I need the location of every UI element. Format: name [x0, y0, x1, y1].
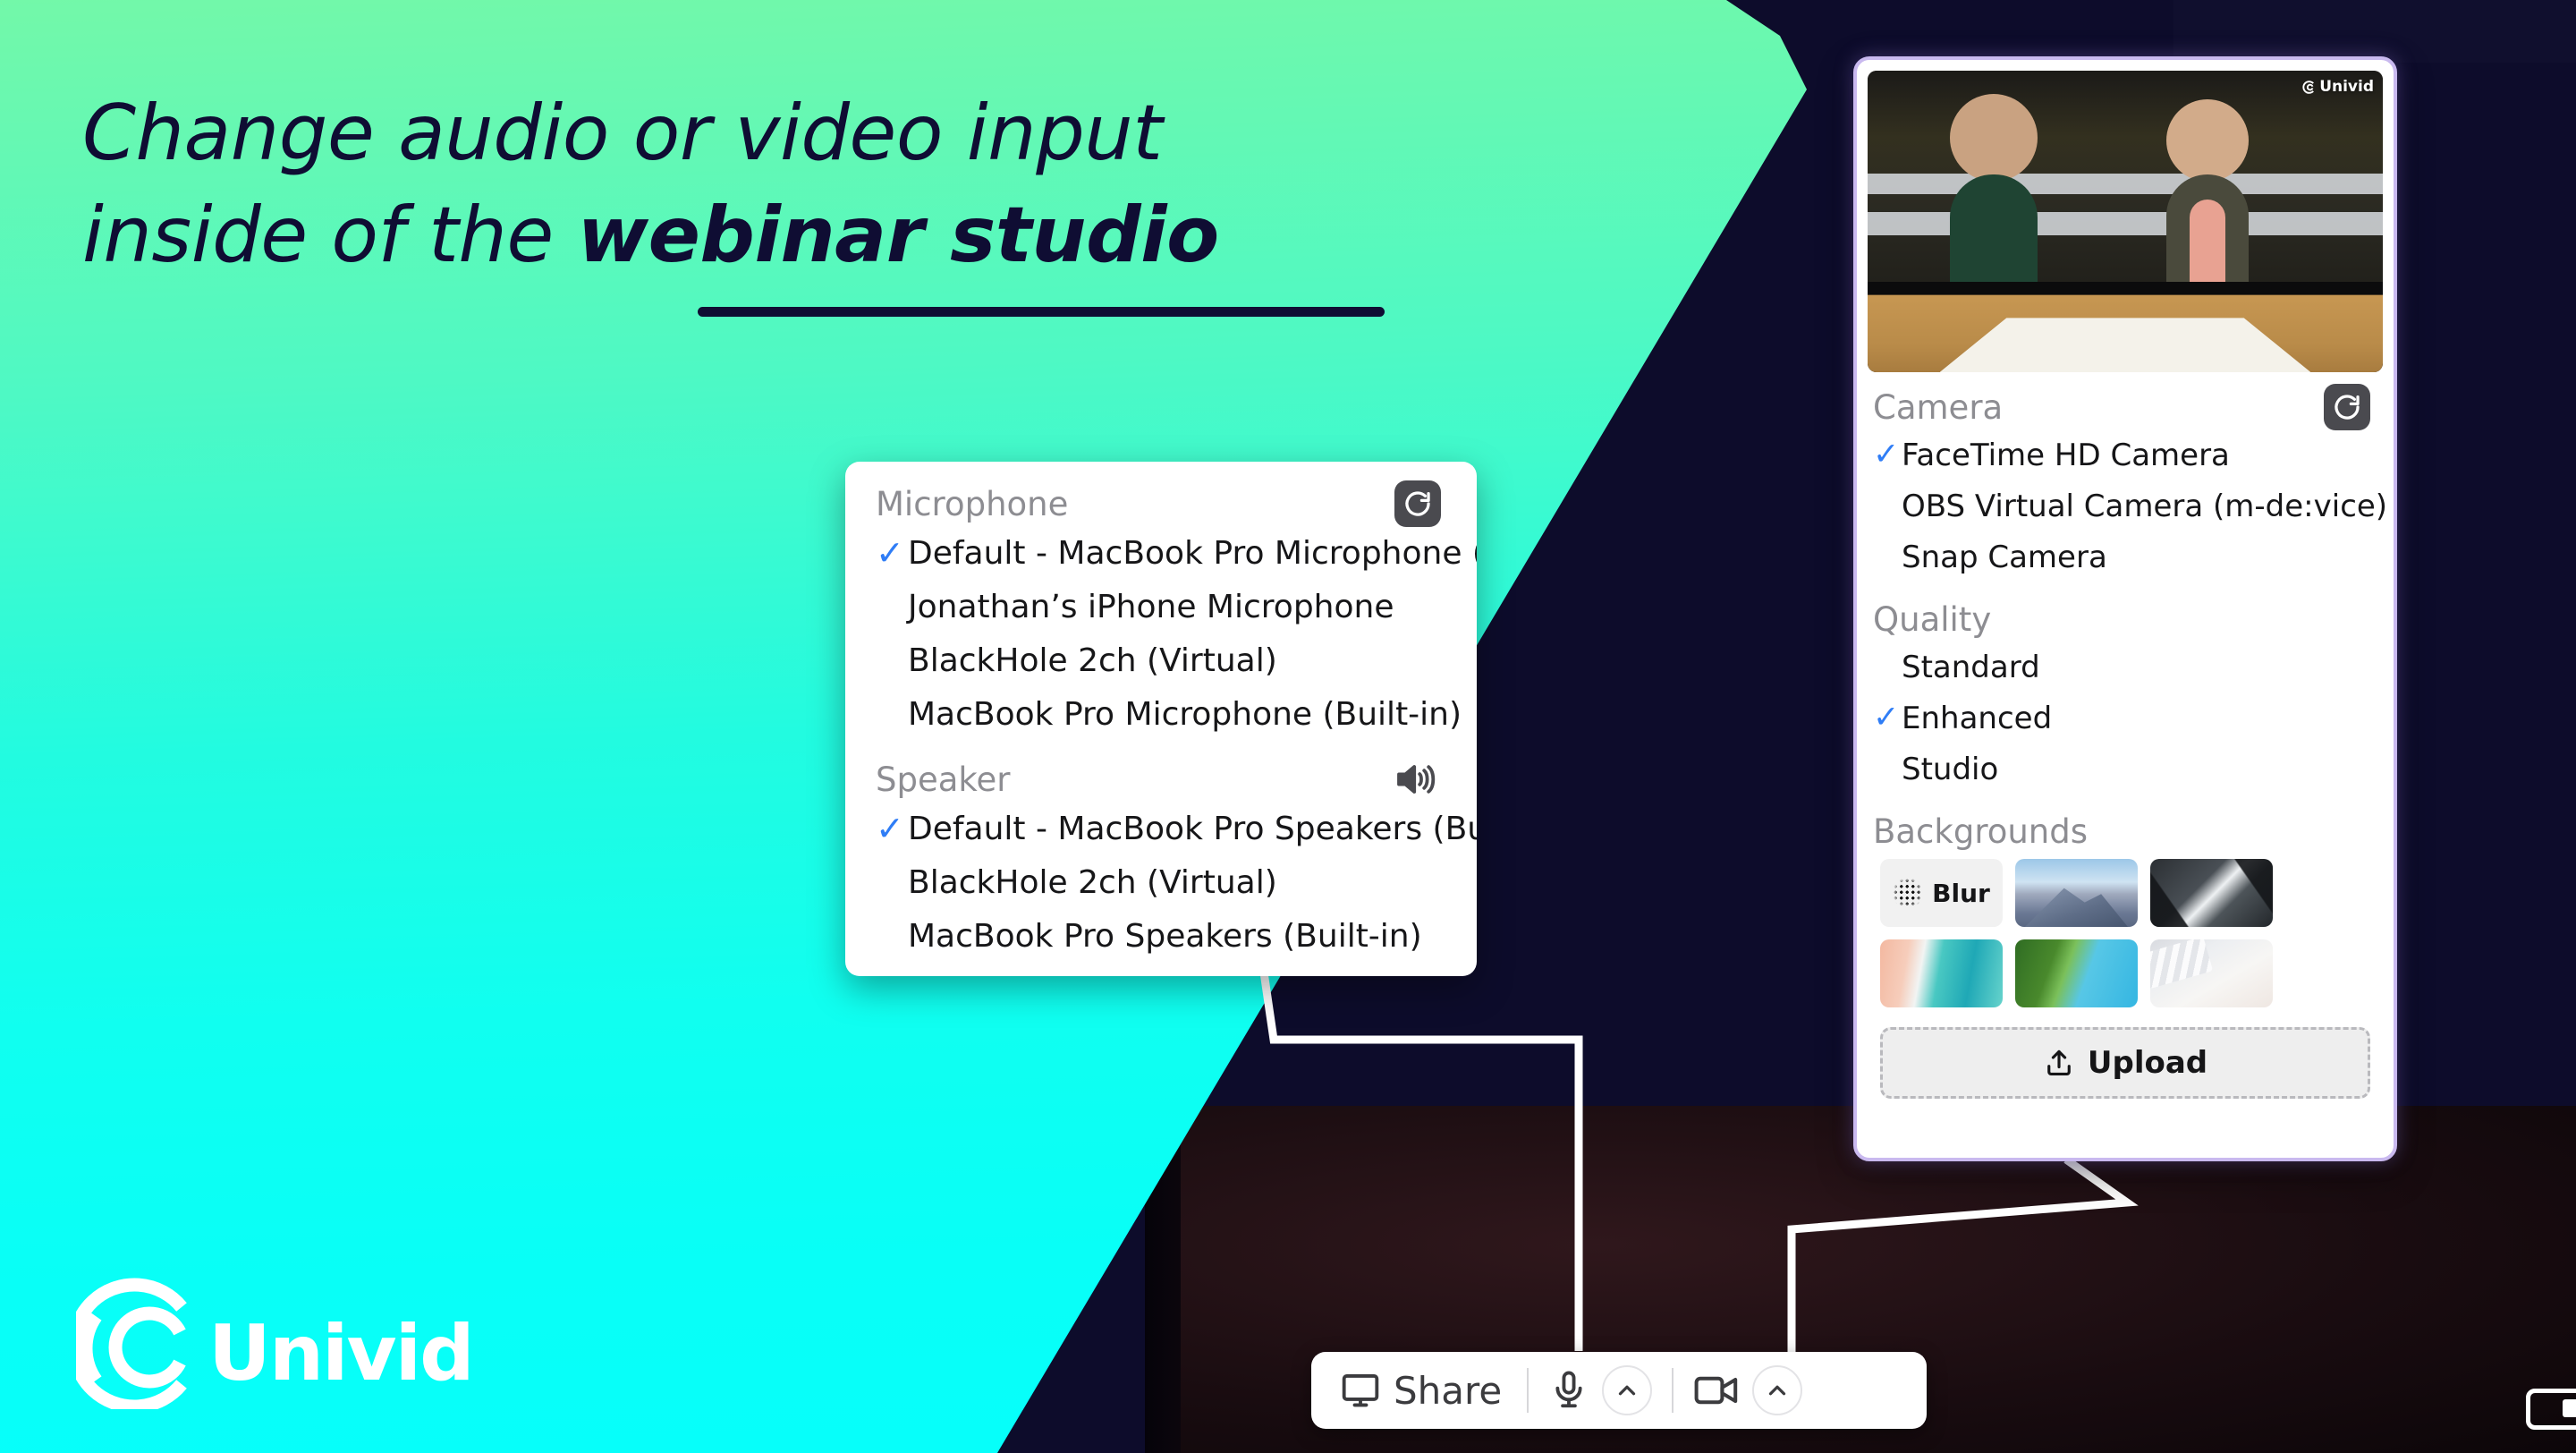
share-button-label: Share [1394, 1368, 1503, 1413]
microphone-option-label: Default - MacBook Pro Microphone (Built-… [908, 534, 1477, 572]
microphone-option[interactable]: MacBook Pro Microphone (Built-in) [845, 687, 1477, 741]
quality-option[interactable]: Standard [1857, 642, 2394, 693]
camera-option[interactable]: ✓ FaceTime HD Camera [1857, 429, 2394, 480]
background-thumbnail-lake-forest[interactable] [2015, 939, 2138, 1007]
speaker-section-title: Speaker [876, 760, 1011, 799]
background-blur-option[interactable]: Blur [1880, 859, 2003, 927]
studio-glass-band [1868, 212, 2383, 235]
background-thumbnail-grid: Blur [1857, 859, 2394, 1007]
check-icon: ✓ [876, 533, 904, 573]
quality-section-title: Quality [1873, 599, 1992, 639]
speaker-option[interactable]: ✓ Default - MacBook Pro Speakers (Built-… [845, 802, 1477, 855]
share-button[interactable]: Share [1311, 1369, 1527, 1413]
quality-option[interactable]: ✓ Enhanced [1857, 693, 2394, 743]
camera-option-label: Snap Camera [1902, 539, 2107, 575]
camera-preview-image [1868, 71, 2383, 372]
camera-preview: Univid [1868, 71, 2383, 372]
corner-widget-partial[interactable] [2526, 1389, 2576, 1430]
background-thumbnail-mountain-snow[interactable] [2015, 859, 2138, 927]
video-camera-icon[interactable] [1693, 1372, 1740, 1409]
video-settings-panel[interactable]: Univid Camera ✓ FaceTime HD Camera OBS V… [1853, 56, 2397, 1161]
upload-button[interactable]: Upload [1880, 1027, 2370, 1099]
camera-section-title: Camera [1873, 387, 2004, 427]
camera-option[interactable]: OBS Virtual Camera (m-de:vice) [1857, 480, 2394, 531]
background-thumbnail-desk-keyboard[interactable] [2150, 939, 2273, 1007]
microphone-section-title: Microphone [876, 484, 1069, 523]
speaker-icon[interactable] [1393, 759, 1441, 800]
screen-share-icon [1342, 1374, 1379, 1407]
camera-control-group [1674, 1365, 1822, 1415]
presenter-head [1950, 94, 2038, 182]
microphone-option[interactable]: ✓ Default - MacBook Pro Microphone (Buil… [845, 526, 1477, 580]
microphone-icon[interactable] [1548, 1370, 1589, 1411]
microphone-option[interactable]: Jonathan’s iPhone Microphone [845, 580, 1477, 633]
check-icon: ✓ [876, 809, 904, 848]
upload-button-label: Upload [2087, 1045, 2208, 1081]
univid-watermark-text: Univid [2319, 78, 2374, 96]
background-thumbnail-city-skyscrapers[interactable] [2150, 859, 2273, 927]
camera-options-chevron-up-icon[interactable] [1752, 1365, 1803, 1415]
check-icon: ✓ [1873, 700, 1900, 735]
refresh-icon[interactable] [2324, 384, 2370, 430]
univid-watermark: Univid [2301, 78, 2374, 96]
quality-option-label: Enhanced [1902, 700, 2053, 736]
quality-option-label: Standard [1902, 649, 2040, 685]
check-icon: ✓ [1873, 437, 1900, 472]
speaker-option-label: Default - MacBook Pro Speakers (Built-in… [908, 810, 1477, 847]
presenter-body [2166, 174, 2250, 282]
speaker-option-label: BlackHole 2ch (Virtual) [908, 863, 1277, 901]
camera-option[interactable]: Snap Camera [1857, 531, 2394, 582]
audio-settings-panel[interactable]: Microphone ✓ Default - MacBook Pro Micro… [845, 462, 1477, 976]
microphone-option-label: Jonathan’s iPhone Microphone [908, 588, 1394, 625]
meeting-toolbar: Share [1311, 1352, 1927, 1429]
backgrounds-section-header: Backgrounds [1857, 809, 2394, 854]
microphone-section-header: Microphone [845, 480, 1477, 527]
camera-option-label: OBS Virtual Camera (m-de:vice) [1902, 488, 2388, 524]
microphone-option-label: BlackHole 2ch (Virtual) [908, 642, 1277, 679]
background-thumbnail-ocean-shore[interactable] [1880, 939, 2003, 1007]
speaker-option-label: MacBook Pro Speakers (Built-in) [908, 917, 1422, 955]
blur-icon [1893, 878, 1924, 908]
microphone-control-group [1529, 1365, 1672, 1415]
studio-glass-band [1868, 173, 2383, 195]
backgrounds-section-title: Backgrounds [1873, 811, 2089, 851]
quality-section-header: Quality [1857, 597, 2394, 642]
quality-option-label: Studio [1902, 751, 1999, 787]
background-blur-label: Blur [1932, 878, 1990, 908]
presenter-right [2166, 98, 2250, 283]
presenter-left [1950, 94, 2038, 282]
upload-icon [2047, 1049, 2071, 1076]
camera-option-label: FaceTime HD Camera [1902, 437, 2230, 473]
microphone-option[interactable]: BlackHole 2ch (Virtual) [845, 633, 1477, 687]
speaker-section-header: Speaker [845, 757, 1477, 802]
camera-section-header: Camera [1857, 384, 2394, 430]
presenter-body [1950, 174, 2038, 282]
microphone-option-label: MacBook Pro Microphone (Built-in) [908, 695, 1462, 733]
quality-option[interactable]: Studio [1857, 743, 2394, 794]
speaker-option[interactable]: BlackHole 2ch (Virtual) [845, 855, 1477, 909]
presenter-head [2166, 98, 2250, 182]
microphone-options-chevron-up-icon[interactable] [1602, 1365, 1653, 1415]
speaker-option[interactable]: MacBook Pro Speakers (Built-in) [845, 909, 1477, 963]
refresh-icon[interactable] [1394, 480, 1441, 527]
